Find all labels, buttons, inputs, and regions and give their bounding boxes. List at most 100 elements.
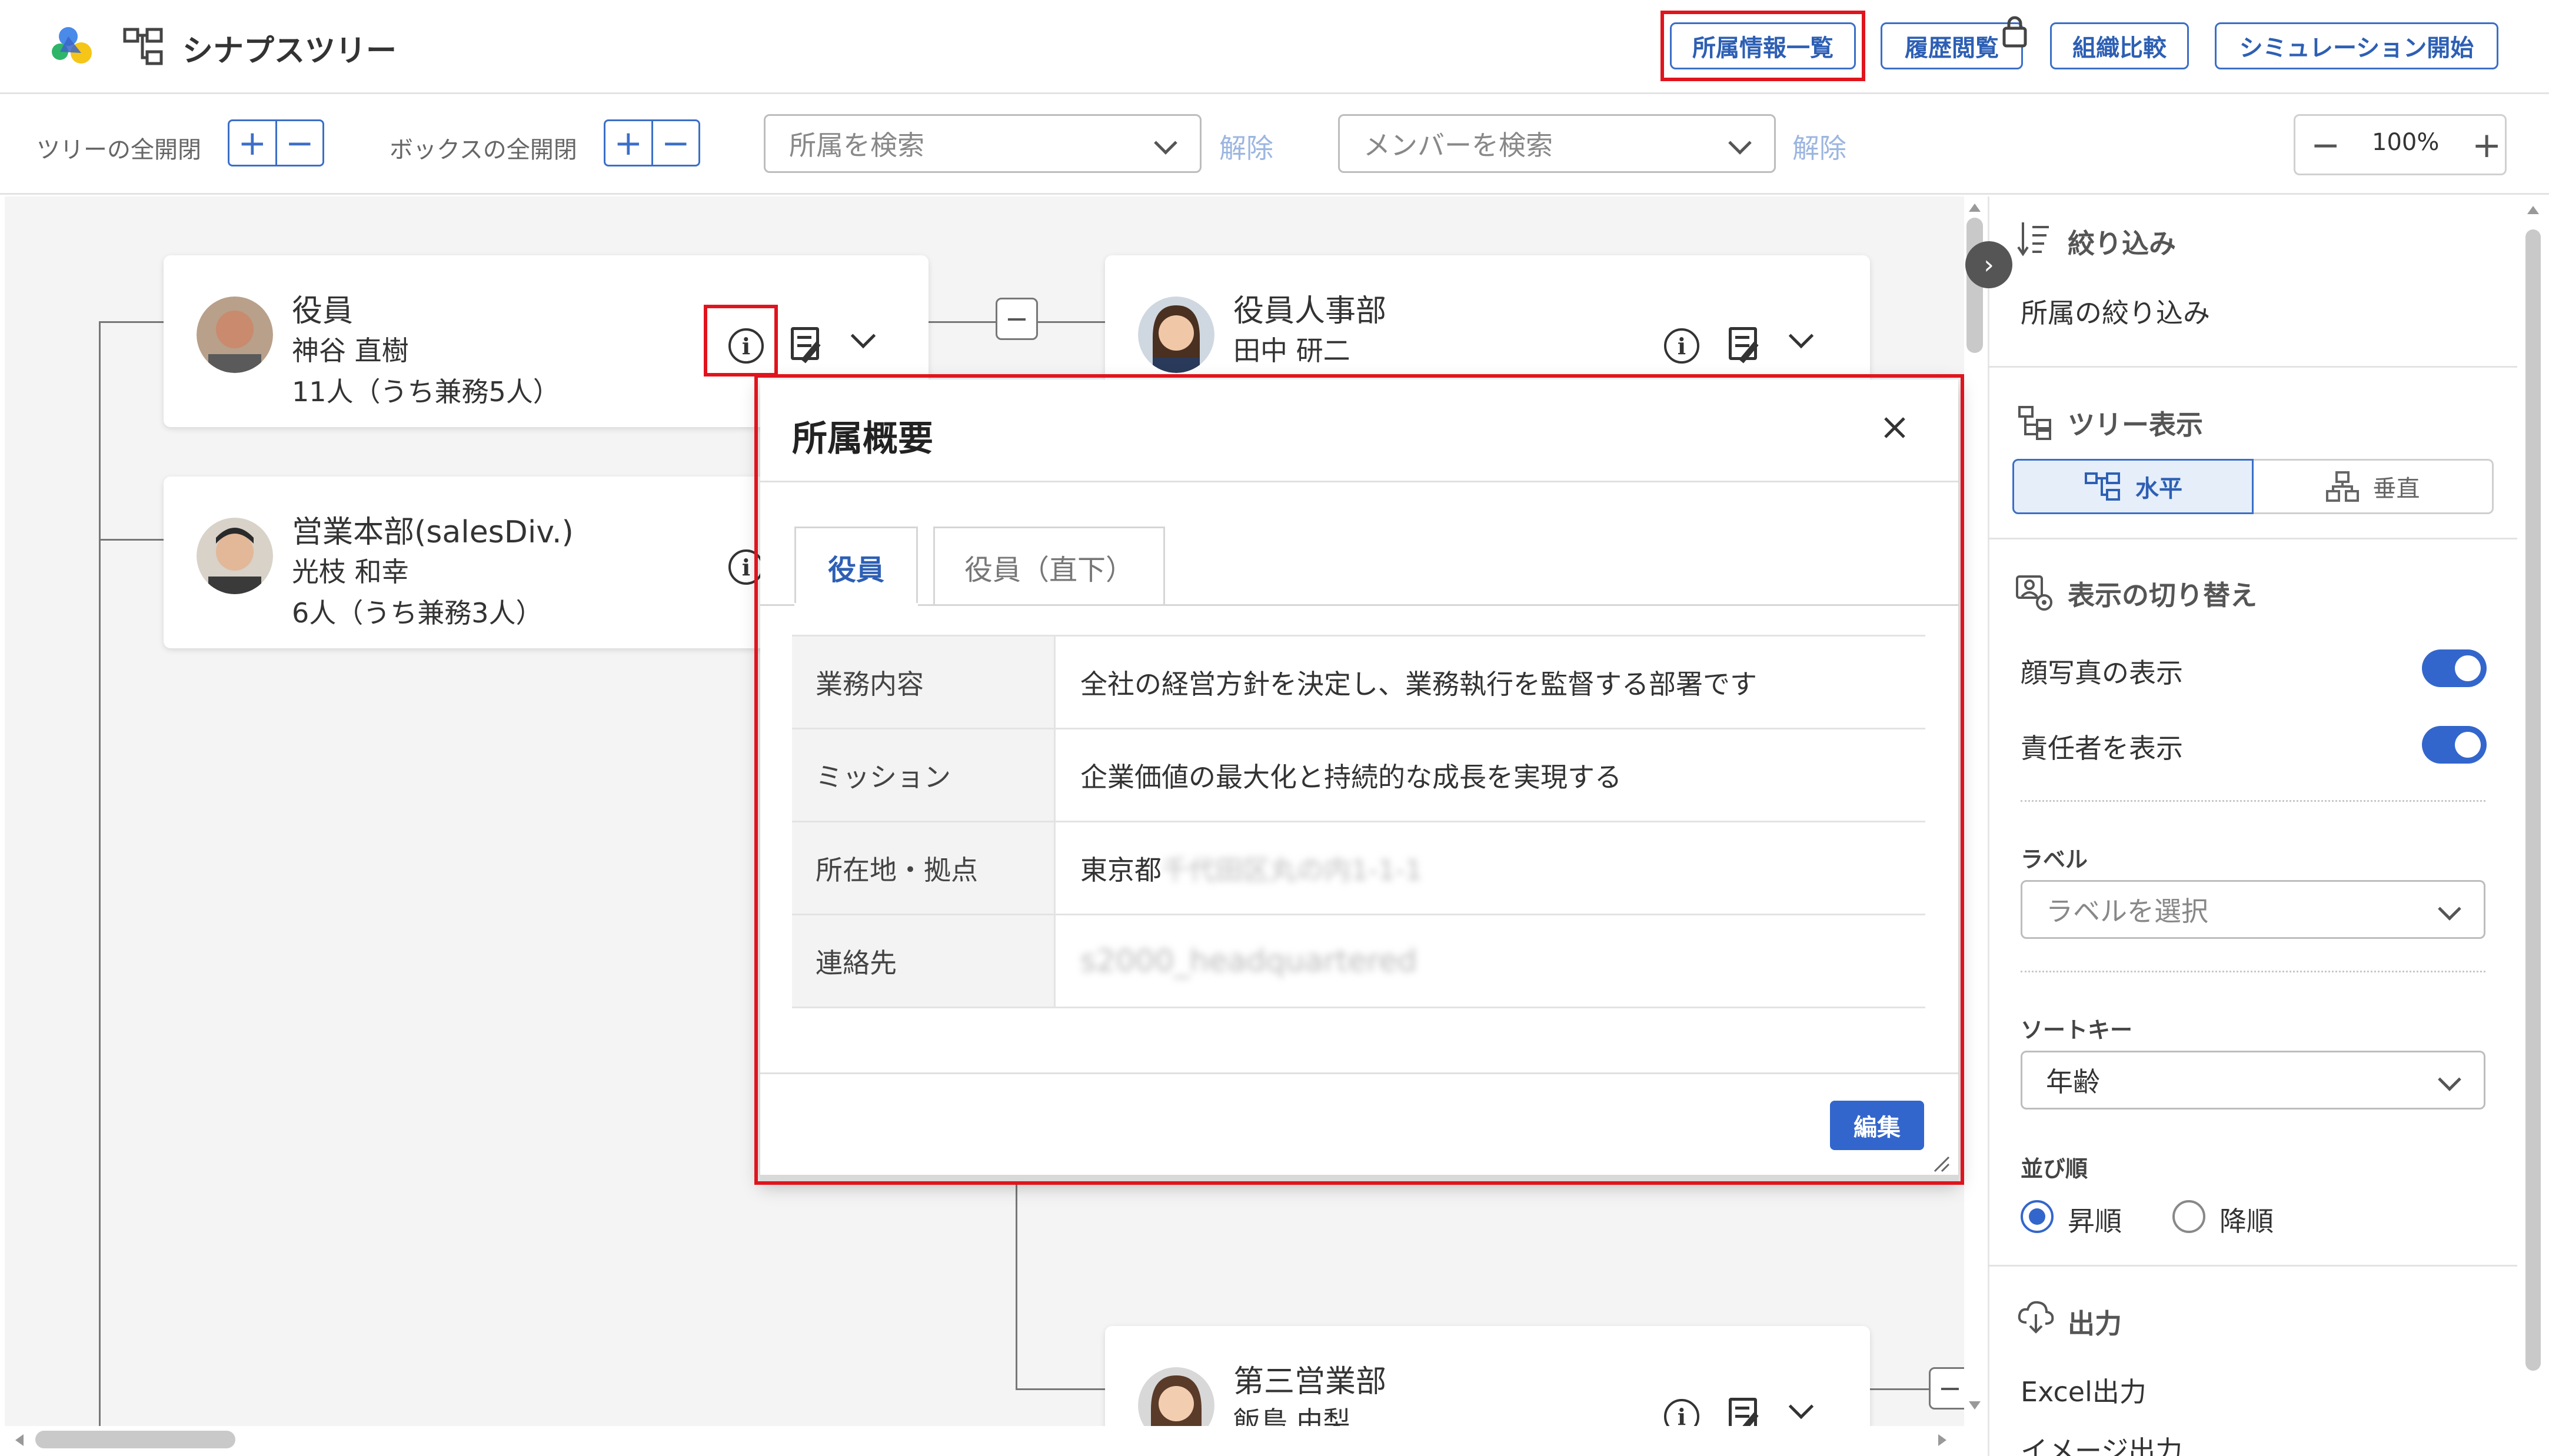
chevron-down-icon[interactable] <box>1788 323 1814 349</box>
compare-button[interactable]: 組織比較 <box>2050 22 2189 69</box>
horizontal-view-button[interactable]: 水平 <box>2012 459 2254 514</box>
tree-connector <box>99 539 166 541</box>
highlight-frame <box>704 305 778 377</box>
simulation-start-button[interactable]: シミュレーション開始 <box>2215 22 2498 69</box>
tree-expand-label: ツリーの全開閉 <box>36 136 201 164</box>
app-header: シナプスツリー 所属情報一覧 履歴閲覧 組織比較 シミュレーション開始 <box>0 0 2549 94</box>
collapse-all-box-button[interactable]: − <box>651 121 699 165</box>
dept-filter-link[interactable]: 所属の絞り込み <box>2021 292 2210 331</box>
vertical-view-label: 垂直 <box>2372 475 2420 502</box>
image-export-link[interactable]: イメージ出力 <box>2021 1430 2182 1456</box>
member-search-clear[interactable]: 解除 <box>1792 127 1846 166</box>
show-photo-label: 顔写真の表示 <box>2021 657 2183 689</box>
label-section-title: ラベル <box>2021 847 2088 872</box>
toolbar <box>0 96 2549 195</box>
expand-all-box-button[interactable]: + <box>605 121 651 165</box>
tree-connector <box>99 321 101 1426</box>
display-section-title: 表示の切り替え <box>2068 579 2257 611</box>
scroll-down-arrow-icon[interactable] <box>1966 1397 1983 1413</box>
scroll-left-arrow-icon[interactable] <box>12 1432 28 1448</box>
ascending-label: 昇順 <box>2068 1205 2122 1237</box>
tree-icon <box>123 28 163 65</box>
edit-note-icon[interactable] <box>1729 1398 1757 1426</box>
member-search-placeholder: メンバーを検索 <box>1363 129 1553 161</box>
chevron-down-icon <box>1728 131 1752 155</box>
card-leader-name: 光枝 和幸 <box>292 556 409 588</box>
cloud-download-icon <box>2018 1301 2054 1334</box>
divider <box>1988 1265 2517 1267</box>
org-card[interactable]: 第三営業部 飯島 由梨 i <box>1105 1326 1870 1426</box>
member-search-select[interactable]: メンバーを検索 <box>1338 114 1776 173</box>
chevron-down-icon[interactable] <box>1788 1394 1814 1420</box>
divider <box>2021 971 2485 972</box>
dept-search-placeholder: 所属を検索 <box>789 129 924 161</box>
avatar <box>1138 1367 1214 1426</box>
show-leader-toggle[interactable] <box>2422 726 2487 764</box>
card-member-count: 11人（うち兼務5人） <box>292 376 560 408</box>
tree-view-section-title: ツリー表示 <box>2068 409 2203 441</box>
scroll-up-arrow-icon[interactable] <box>1966 200 1983 216</box>
app-title: シナプスツリー <box>182 34 397 69</box>
zoom-control: − 100% + <box>2294 114 2507 175</box>
output-section-title: 出力 <box>2068 1308 2122 1340</box>
avatar <box>197 518 273 594</box>
card-dept-name: 第三営業部 <box>1233 1364 1387 1400</box>
zoom-out-button[interactable]: − <box>2311 122 2340 169</box>
scroll-up-arrow-icon[interactable] <box>2525 202 2541 218</box>
filter-section-title: 絞り込み <box>2068 228 2176 259</box>
card-member-count: 6人（うち兼務3人） <box>292 597 543 629</box>
app-logo <box>52 27 92 64</box>
collapse-node-button[interactable]: − <box>996 298 1038 340</box>
expand-all-tree-button[interactable]: + <box>229 121 275 165</box>
tree-view-icon <box>2018 406 2051 440</box>
filter-sort-icon <box>2017 222 2049 256</box>
vertical-view-button[interactable]: 垂直 <box>2254 459 2494 514</box>
show-leader-label: 責任者を表示 <box>2021 732 2183 764</box>
sort-key-value: 年齢 <box>2046 1066 2100 1098</box>
edit-note-icon[interactable] <box>791 327 819 360</box>
sort-key-select[interactable]: 年齢 <box>2021 1051 2485 1110</box>
highlight-frame <box>1660 11 1865 81</box>
vertical-tree-icon <box>2325 471 2359 502</box>
chevron-down-icon <box>1154 131 1177 155</box>
collapse-node-button[interactable]: − <box>1929 1367 1964 1410</box>
sort-key-section-title: ソートキー <box>2021 1017 2133 1043</box>
scroll-right-arrow-icon[interactable] <box>1934 1432 1950 1448</box>
horizontal-tree-icon <box>2085 472 2120 501</box>
info-icon[interactable]: i <box>1664 328 1699 364</box>
show-photo-toggle[interactable] <box>2422 649 2487 687</box>
tree-connector <box>1016 1167 1017 1390</box>
ascending-radio[interactable] <box>2021 1200 2054 1233</box>
excel-export-link[interactable]: Excel出力 <box>2021 1371 2147 1410</box>
divider <box>1988 366 2517 368</box>
label-select[interactable]: ラベルを選択 <box>2021 880 2485 939</box>
display-toggle-icon <box>2016 575 2052 611</box>
horizontal-scrollbar[interactable] <box>35 1431 235 1448</box>
horizontal-view-label: 水平 <box>2135 475 2182 502</box>
divider <box>2021 800 2485 802</box>
chevron-down-icon <box>2438 1068 2461 1091</box>
collapse-all-tree-button[interactable]: − <box>275 121 323 165</box>
zoom-in-button[interactable]: + <box>2472 122 2501 169</box>
tree-connector <box>1016 1388 1110 1390</box>
card-leader-name: 飯島 由梨 <box>1233 1405 1350 1426</box>
card-leader-name: 田中 研二 <box>1233 335 1350 367</box>
chevron-down-icon[interactable] <box>850 323 876 349</box>
avatar <box>197 296 273 373</box>
zoom-level: 100% <box>2372 129 2440 156</box>
label-select-placeholder: ラベルを選択 <box>2046 895 2208 927</box>
lock-icon <box>2002 16 2027 48</box>
edit-note-icon[interactable] <box>1729 327 1757 360</box>
dept-search-select[interactable]: 所属を検索 <box>764 114 1202 173</box>
divider <box>1988 538 2517 539</box>
dept-search-clear[interactable]: 解除 <box>1219 127 1273 166</box>
panel-vertical-scrollbar[interactable] <box>2525 229 2541 1371</box>
tree-expand-control: + − <box>228 119 324 166</box>
tree-connector <box>99 321 166 323</box>
order-section-title: 並び順 <box>2021 1156 2088 1182</box>
info-icon[interactable]: i <box>1664 1399 1699 1426</box>
panel-toggle-chevron-icon[interactable]: › <box>1965 241 2012 288</box>
descending-label: 降順 <box>2219 1205 2274 1237</box>
chevron-down-icon <box>2438 897 2461 921</box>
descending-radio[interactable] <box>2172 1200 2205 1233</box>
